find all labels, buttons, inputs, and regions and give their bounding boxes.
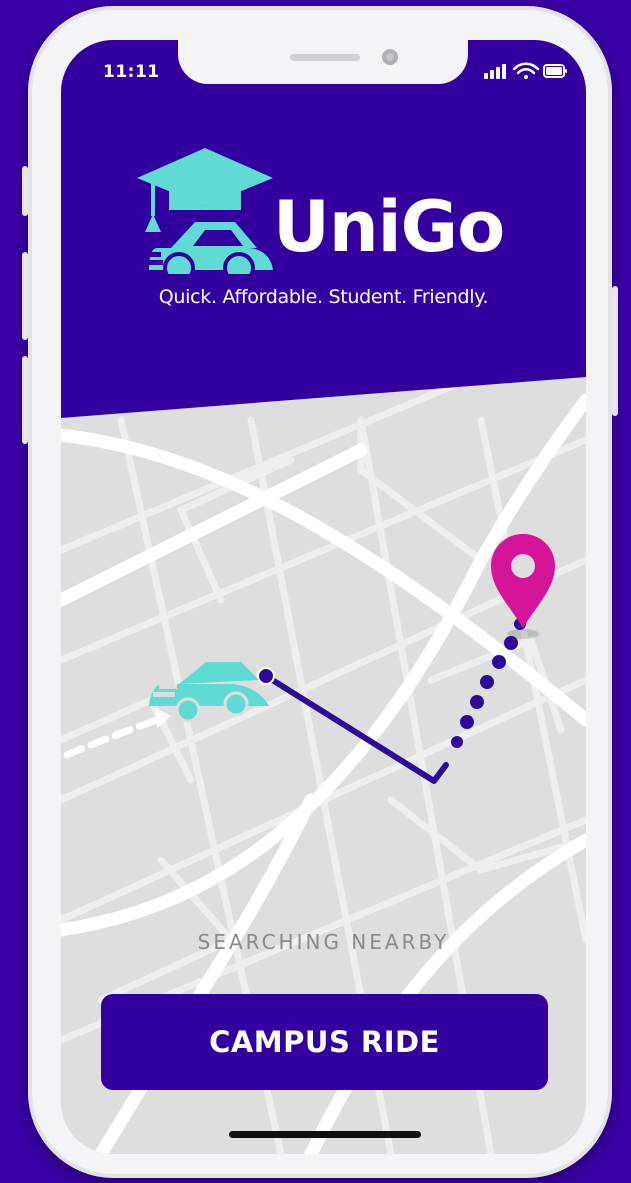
volume-down-button — [22, 356, 28, 444]
phone-screen: 11:11 UniGo Quick. Affordable. Student. … — [61, 40, 586, 1154]
brand-name: UniGo — [273, 186, 505, 268]
tagline: Quick. Affordable. Student. Friendly. — [158, 286, 489, 308]
signal-icon — [484, 64, 506, 79]
status-time: 11:11 — [103, 62, 160, 82]
front-camera — [382, 49, 398, 65]
campus-ride-button[interactable]: CAMPUS RIDE — [101, 994, 548, 1090]
search-status-text: SEARCHING NEARBY — [197, 930, 450, 954]
unigo-logo-icon — [135, 148, 273, 274]
route-start-dot — [257, 667, 275, 685]
home-indicator[interactable] — [229, 1131, 421, 1138]
status-icons — [484, 62, 568, 84]
volume-up-button — [22, 252, 28, 340]
mute-switch — [22, 166, 28, 216]
power-button — [612, 286, 618, 416]
wifi-icon — [512, 62, 540, 75]
battery-icon — [543, 64, 567, 78]
speaker — [290, 54, 360, 61]
notch — [178, 40, 468, 84]
